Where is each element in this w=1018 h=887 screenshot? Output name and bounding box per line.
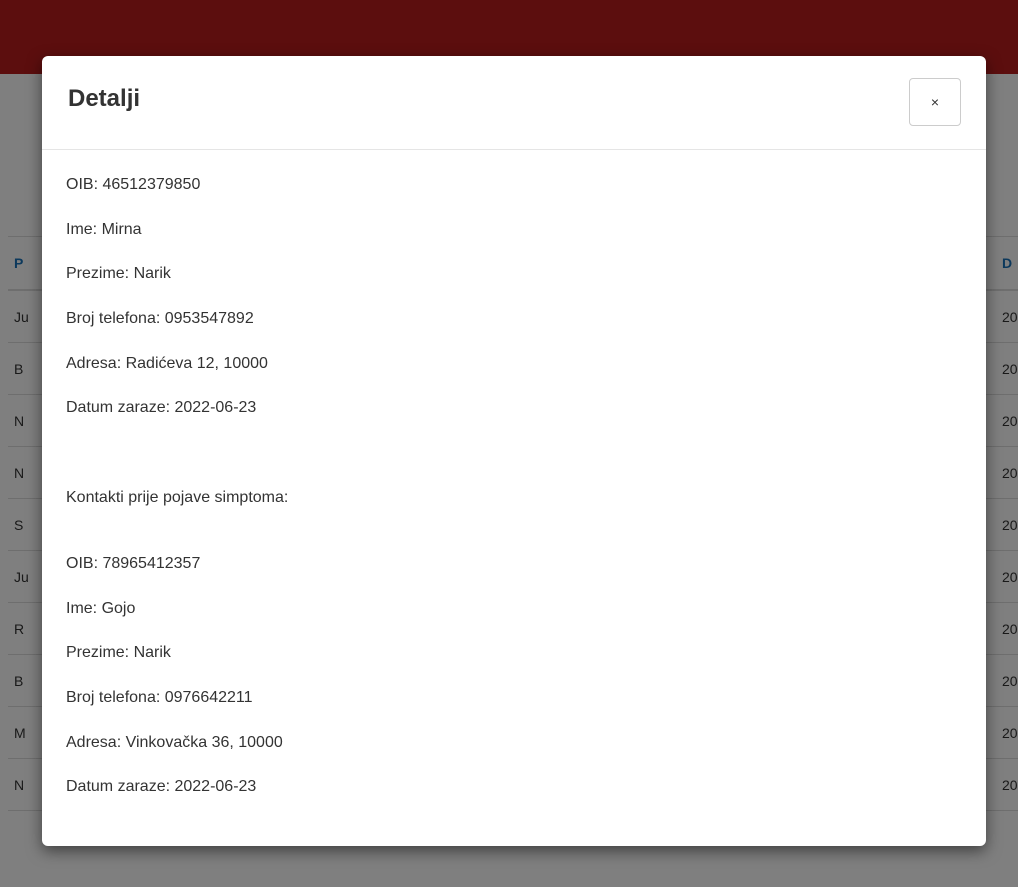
close-button[interactable]: × <box>909 78 961 126</box>
contact-infection-date: Datum zaraze: 2022-06-23 <box>66 778 257 796</box>
modal-body: OIB: 46512379850 Ime: Mirna Prezime: Nar… <box>66 174 288 821</box>
modal-header: Detalji × <box>42 56 986 150</box>
modal-title: Detalji <box>68 85 141 112</box>
contact-oib: OIB: 78965412357 <box>66 554 201 572</box>
person-address: Adresa: Radićeva 12, 10000 <box>66 354 268 372</box>
contact-phone: Broj telefona: 0976642211 <box>66 688 253 706</box>
person-infection-date: Datum zaraze: 2022-06-23 <box>66 399 257 417</box>
person-phone: Broj telefona: 0953547892 <box>66 310 254 328</box>
contact-first-name: Ime: Gojo <box>66 599 136 617</box>
contact-last-name: Prezime: Narik <box>66 644 171 662</box>
contact-address: Adresa: Vinkovačka 36, 10000 <box>66 733 283 751</box>
contacts-heading: Kontakti prije pojave simptoma: <box>66 488 289 506</box>
person-last-name: Prezime: Narik <box>66 265 171 283</box>
person-oib: OIB: 46512379850 <box>66 176 201 193</box>
close-icon: × <box>930 94 940 110</box>
details-modal: Detalji × OIB: 46512379850 Ime: Mirna Pr… <box>42 56 986 846</box>
person-first-name: Ime: Mirna <box>66 220 142 238</box>
